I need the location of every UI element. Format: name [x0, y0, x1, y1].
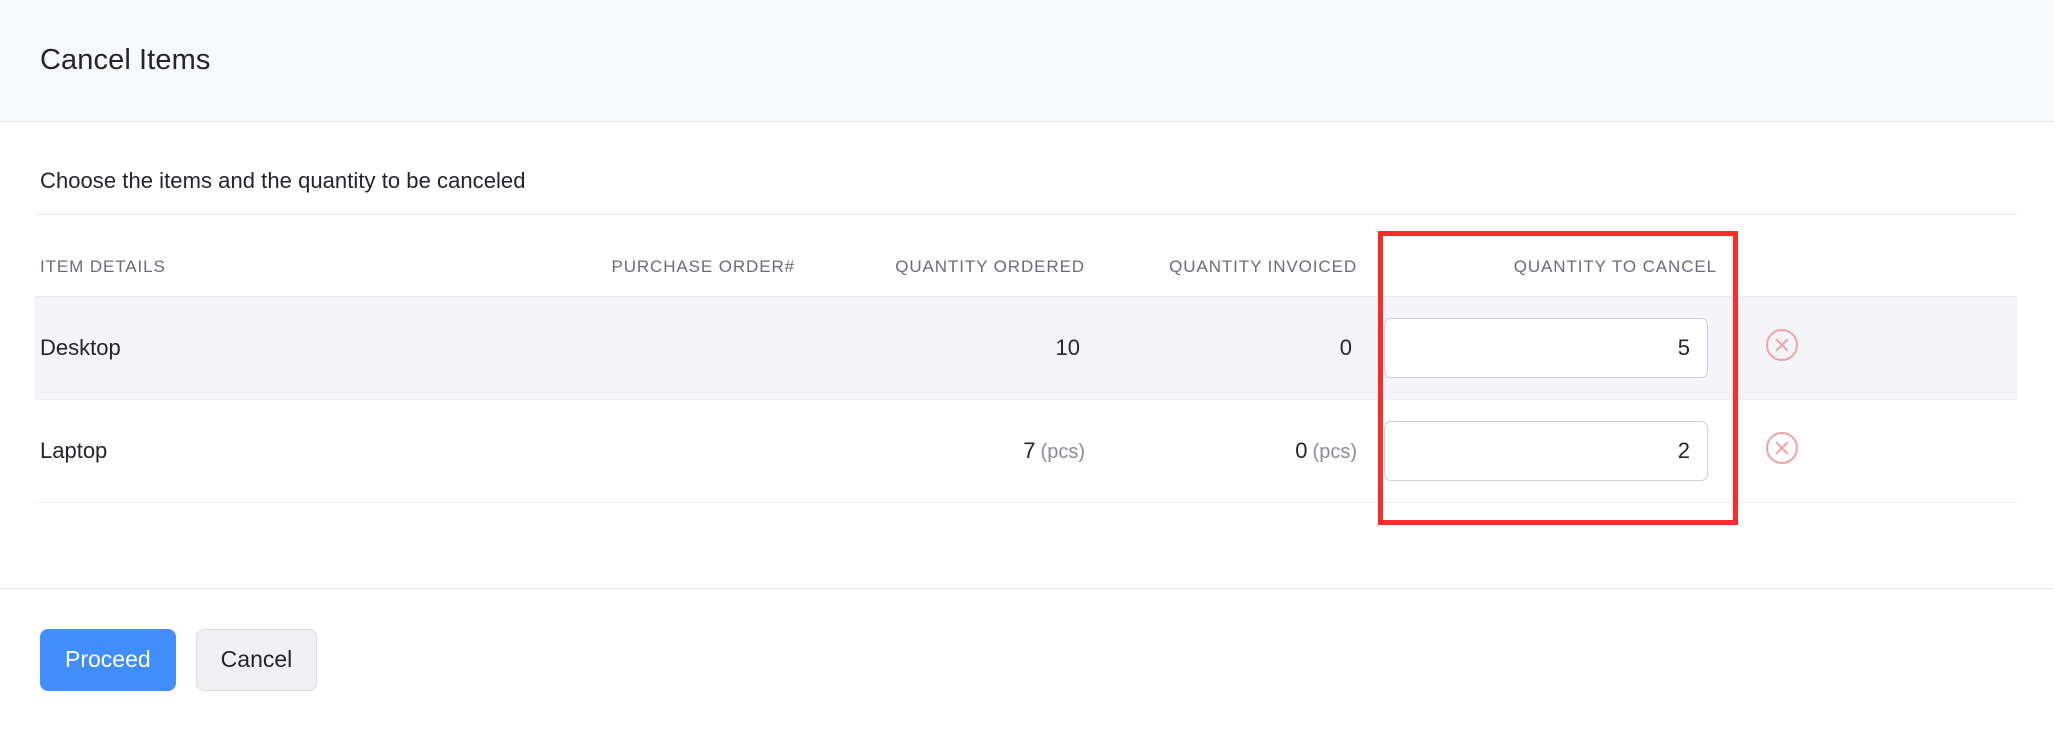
- table-header: ITEM DETAILS PURCHASE ORDER# QUANTITY OR…: [35, 215, 2017, 297]
- cell-purchase-order: [505, 297, 795, 400]
- circle-x-icon[interactable]: [1765, 328, 1799, 362]
- column-header-quantity-ordered: QUANTITY ORDERED: [795, 215, 1085, 297]
- quantity-ordered-value: 10: [1056, 335, 1080, 360]
- column-header-quantity-invoiced: QUANTITY INVOICED: [1085, 215, 1375, 297]
- cancel-items-table: ITEM DETAILS PURCHASE ORDER# QUANTITY OR…: [35, 214, 2017, 503]
- quantity-to-cancel-input[interactable]: [1384, 318, 1708, 378]
- cancel-items-dialog: Cancel Items Choose the items and the qu…: [0, 0, 2054, 730]
- cancel-button[interactable]: Cancel: [196, 629, 318, 691]
- cell-quantity-ordered: 10: [795, 297, 1085, 400]
- dialog-header: Cancel Items: [0, 0, 2054, 122]
- cell-purchase-order: [505, 400, 795, 503]
- table-row: Desktop 10 0: [35, 297, 2017, 400]
- cell-quantity-ordered: 7 (pcs): [795, 400, 1085, 503]
- table-header-row: ITEM DETAILS PURCHASE ORDER# QUANTITY OR…: [35, 215, 2017, 297]
- quantity-invoiced-unit: (pcs): [1313, 441, 1357, 463]
- column-header-purchase-order: PURCHASE ORDER#: [505, 215, 795, 297]
- cell-quantity-to-cancel: [1375, 400, 1735, 503]
- cell-action: [1735, 297, 2017, 400]
- quantity-ordered-unit: (pcs): [1041, 441, 1085, 463]
- table-row: Laptop 7 (pcs) 0 (pcs): [35, 400, 2017, 503]
- dialog-title: Cancel Items: [40, 44, 210, 77]
- proceed-button[interactable]: Proceed: [40, 629, 176, 691]
- quantity-invoiced-value: 0: [1340, 335, 1352, 360]
- quantity-invoiced-value: 0: [1295, 438, 1307, 463]
- cell-item-details: Laptop: [35, 400, 505, 503]
- quantity-ordered-value: 7: [1023, 438, 1035, 463]
- dialog-footer: Proceed Cancel: [0, 589, 2054, 730]
- cell-quantity-invoiced: 0: [1085, 297, 1375, 400]
- column-header-item-details: ITEM DETAILS: [35, 215, 505, 297]
- column-header-action: [1735, 215, 2017, 297]
- dialog-body: Choose the items and the quantity to be …: [0, 122, 2054, 503]
- instruction-text: Choose the items and the quantity to be …: [35, 122, 2019, 214]
- cell-quantity-invoiced: 0 (pcs): [1085, 400, 1375, 503]
- cell-item-details: Desktop: [35, 297, 505, 400]
- quantity-to-cancel-input[interactable]: [1384, 421, 1708, 481]
- table-body: Desktop 10 0: [35, 297, 2017, 503]
- quantity-to-cancel-wrapper: [1375, 421, 1717, 481]
- column-header-quantity-to-cancel: QUANTITY TO CANCEL: [1375, 215, 1735, 297]
- quantity-to-cancel-wrapper: [1375, 318, 1717, 378]
- cell-action: [1735, 400, 2017, 503]
- circle-x-icon[interactable]: [1765, 431, 1799, 465]
- cell-quantity-to-cancel: [1375, 297, 1735, 400]
